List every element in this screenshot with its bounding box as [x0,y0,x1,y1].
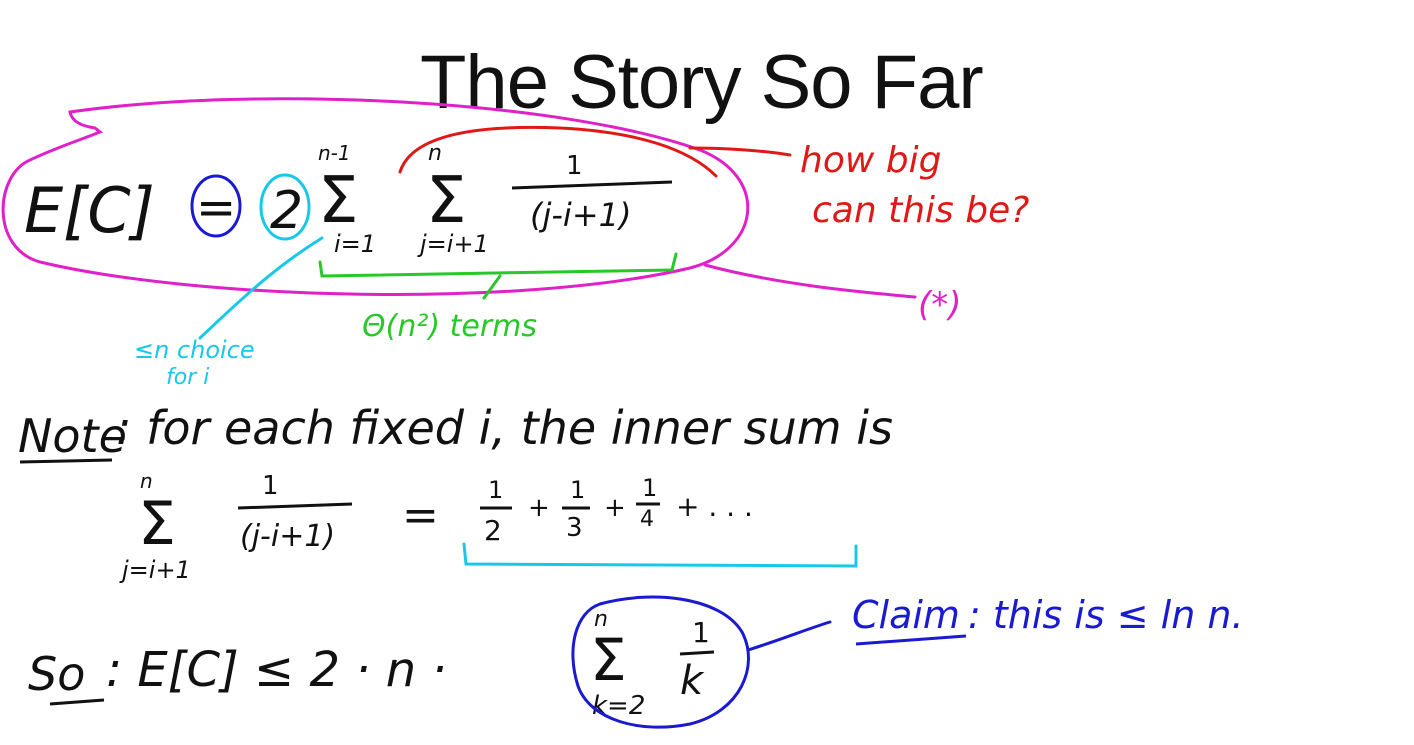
lecture-slide: The Story So Far (*) E[C] = 2 n-1 Σ i=1 … [0,0,1414,745]
how-big-line1: how big [800,140,941,181]
note-sum-lower: j=i+1 [119,556,191,584]
eq-equals: = [196,180,236,236]
so-frac-den: k [680,658,705,704]
outer-sum-sigma: Σ [318,164,358,238]
note-underline [19,458,113,464]
note-section: Note : for each fixed i, the inner sum i… [18,401,893,584]
series-num-3: 1 [642,474,657,502]
inner-sum-upper: n [428,141,442,166]
so-text: : E[C] ≤ 2 · n · [106,642,447,698]
choice-line1: ≤n choice [134,336,255,364]
series-plus-2: + [604,493,626,523]
so-label: So [28,647,85,701]
note-equals: = [402,490,439,541]
series-plus-1: + [528,493,550,523]
so-frac-bar [679,650,715,656]
magenta-arrow-line [703,263,917,299]
so-sum-sigma: Σ [590,626,627,694]
series-num-1: 1 [488,476,503,504]
note-frac-bar [237,502,353,510]
claim-underline [855,634,967,646]
cyan-series-brace [462,542,858,568]
inner-sum-lower: j=i+1 [417,230,489,258]
claim-text: : this is ≤ ln n. [968,593,1244,637]
star-label: (*) [918,285,962,325]
fraction-denominator: (j-i+1) [530,196,631,234]
so-frac-num: 1 [692,616,710,649]
series-den-3: 4 [640,507,654,532]
choice-line2: for i [166,365,209,390]
series-den-2: 3 [566,513,583,543]
green-pointer [482,274,502,300]
note-sum-sigma: Σ [138,489,176,559]
claim-label: Claim [852,593,960,637]
handwriting-layer: (*) E[C] = 2 n-1 Σ i=1 n Σ j=i+1 1 (j-i+… [1,97,1244,729]
fraction-bar [511,180,673,190]
note-frac-num: 1 [262,471,279,501]
so-section: So : E[C] ≤ 2 · n · n Σ k=2 1 k [28,607,715,721]
how-big-line2: can this be? [812,190,1029,231]
series-tail: + . . . [676,490,753,523]
main-equation: E[C] = 2 n-1 Σ i=1 n Σ j=i+1 1 (j-i+1) [24,141,673,258]
eq-lhs: E[C] [24,174,155,247]
note-frac-den: (j-i+1) [240,519,335,554]
fraction-numerator: 1 [566,151,583,181]
so-sum-lower: k=2 [592,691,645,721]
outer-sum-upper: n-1 [318,141,351,165]
series-num-2: 1 [570,476,585,504]
blue-claim-pointer [746,620,832,652]
inner-sum-sigma: Σ [426,164,466,238]
note-label: Note [18,409,127,463]
note-text: : for each fixed i, the inner sum is [116,401,893,455]
outer-sum-lower: i=1 [334,230,376,258]
terms-label: Θ(n²) terms [362,309,537,344]
series-den-1: 2 [484,514,502,547]
